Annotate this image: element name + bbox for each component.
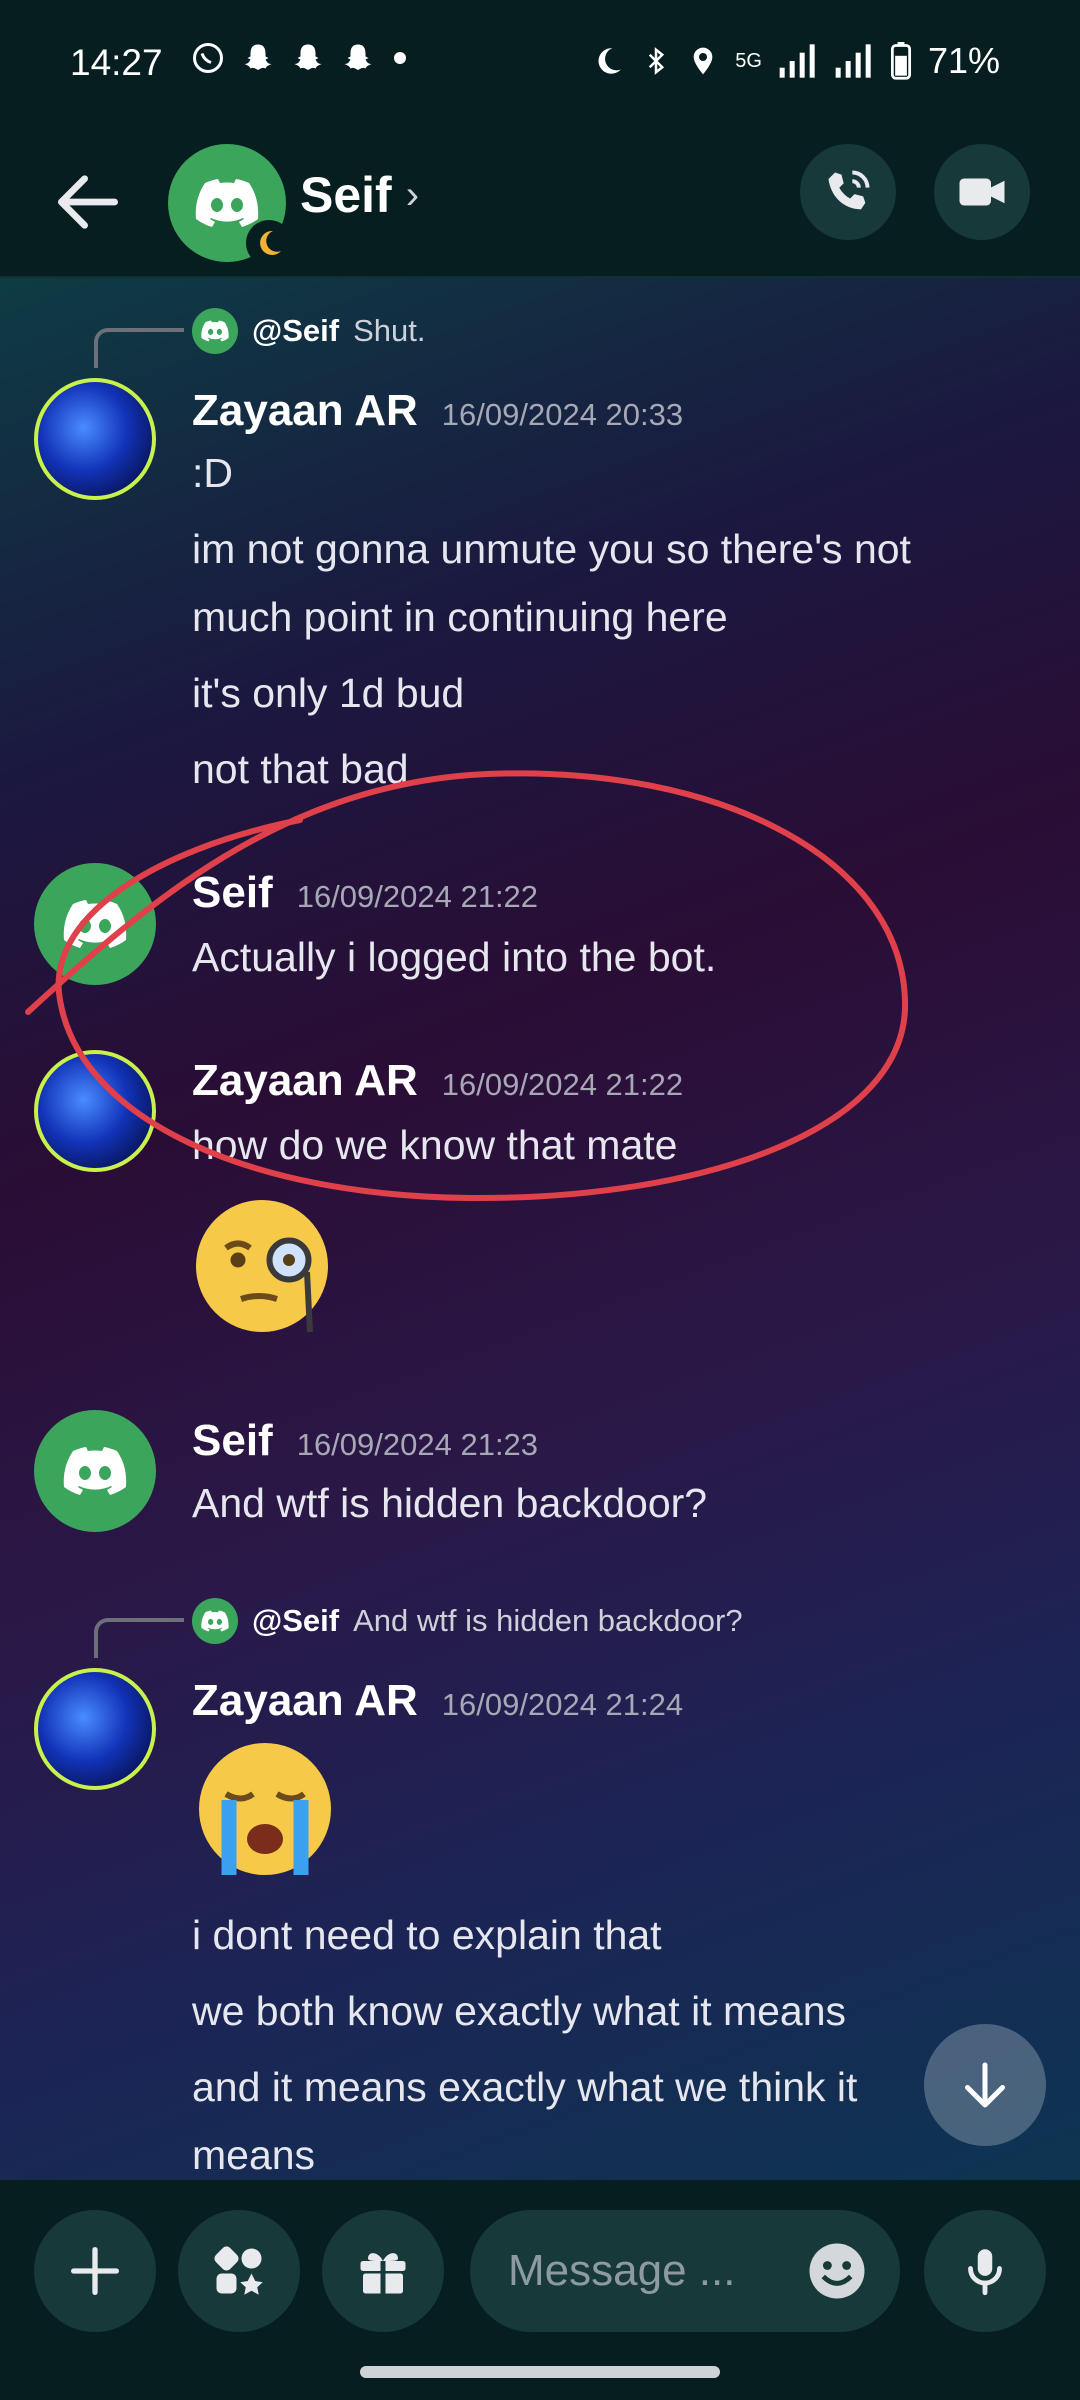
message-placeholder: Message ...: [508, 2246, 736, 2295]
avatar[interactable]: [34, 378, 156, 500]
avatar[interactable]: [34, 1410, 156, 1532]
message-list[interactable]: @Seif Shut. Zayaan AR 16/09/2024 20:33 :…: [0, 278, 1080, 2180]
message-header: Zayaan AR 16/09/2024 20:33: [192, 386, 683, 436]
message-header: Zayaan AR 16/09/2024 21:22: [192, 1056, 683, 1106]
moon-icon: [598, 48, 621, 74]
reply-text: And wtf is hidden backdoor?: [353, 1603, 743, 1638]
author-name[interactable]: Seif: [192, 1416, 273, 1466]
header-avatar[interactable]: [168, 144, 292, 266]
status-time: 14:27: [70, 42, 163, 83]
emoji-icon[interactable]: [804, 2238, 870, 2304]
jump-to-latest-button[interactable]: [924, 2024, 1046, 2146]
message-header: Seif 16/09/2024 21:23: [192, 1416, 538, 1466]
system-status: 5G 71%: [591, 40, 1000, 82]
timestamp: 16/09/2024 21:23: [296, 1427, 539, 1462]
composer-bar: Message ...: [0, 2180, 1080, 2400]
reply-connector: [94, 1618, 184, 1658]
snapchat-icon: [344, 44, 372, 70]
message-text: we both know exactly what it means: [192, 1988, 847, 2034]
bluetooth-icon: [649, 47, 665, 75]
loudly-crying-face-emoji: [199, 1743, 331, 1875]
message-text: means: [192, 2132, 316, 2178]
plus-icon: [71, 2247, 119, 2295]
monocle-face-emoji: [196, 1200, 328, 1333]
discord-logo-icon: [63, 900, 127, 948]
chevron-right-icon: ›: [405, 172, 420, 217]
moon-icon: [260, 230, 281, 255]
video-call-button[interactable]: [934, 144, 1030, 240]
signal-icon: [779, 44, 815, 78]
snapchat-icon: [294, 44, 322, 70]
reply-connector: [94, 328, 184, 368]
reply-text: Shut.: [353, 313, 426, 348]
microphone-icon: [968, 2249, 1002, 2296]
chat-header: Seif ›: [0, 128, 1080, 278]
location-icon: [693, 47, 713, 75]
home-indicator[interactable]: [360, 2366, 720, 2378]
gift-icon: [360, 2253, 406, 2294]
status-bar: 14:27 5G 71%: [0, 0, 1080, 128]
idle-status-badge: [246, 220, 292, 266]
chat-title-text: Seif: [300, 167, 392, 223]
message-text: i dont need to explain that: [192, 1912, 662, 1958]
avatar[interactable]: [34, 1050, 156, 1172]
avatar[interactable]: [34, 1668, 156, 1790]
discord-logo-icon: [63, 1447, 127, 1495]
voice-message-button[interactable]: [924, 2210, 1046, 2332]
timestamp: 16/09/2024 21:22: [296, 879, 539, 914]
reply-mention: @Seif: [252, 313, 340, 348]
reply-mention: @Seif: [252, 1603, 340, 1638]
battery-icon: [890, 42, 911, 80]
discord-logo-icon: [195, 179, 259, 227]
battery-percent: 71%: [927, 40, 1000, 81]
reply-avatar: [192, 1598, 238, 1644]
message-text: it's only 1d bud: [192, 670, 465, 716]
back-button[interactable]: [48, 162, 128, 242]
chat-title[interactable]: Seif ›: [300, 166, 419, 224]
message-text: not that bad: [192, 746, 409, 792]
voice-call-button[interactable]: [800, 144, 896, 240]
attach-button[interactable]: [34, 2210, 156, 2332]
message-text: im not gonna unmute you so there's not: [192, 526, 911, 572]
author-name[interactable]: Seif: [192, 868, 273, 918]
reply-avatar: [192, 308, 238, 354]
apps-button[interactable]: [178, 2210, 300, 2332]
message-input[interactable]: Message ...: [470, 2210, 900, 2332]
video-icon: [959, 178, 1005, 206]
apps-icon: [214, 2246, 263, 2295]
discord-logo-icon: [201, 320, 229, 342]
arrow-down-icon: [965, 2062, 1005, 2108]
message-text: how do we know that mate: [192, 1122, 678, 1168]
message-text: Actually i logged into the bot.: [192, 934, 717, 980]
network-type: 5G: [735, 49, 762, 72]
author-name[interactable]: Zayaan AR: [192, 1676, 418, 1726]
reply-preview[interactable]: @Seif And wtf is hidden backdoor?: [192, 1598, 743, 1644]
message-header: Zayaan AR 16/09/2024 21:24: [192, 1676, 683, 1726]
dot-icon: [394, 52, 406, 64]
gift-button[interactable]: [322, 2210, 444, 2332]
reply-preview[interactable]: @Seif Shut.: [192, 308, 425, 354]
message-text: And wtf is hidden backdoor?: [192, 1480, 708, 1526]
arrow-left-icon: [58, 175, 118, 229]
signal-icon: [835, 44, 871, 78]
timestamp: 16/09/2024 20:33: [441, 397, 684, 432]
timestamp: 16/09/2024 21:24: [441, 1687, 684, 1722]
timestamp: 16/09/2024 21:22: [441, 1067, 684, 1102]
author-name[interactable]: Zayaan AR: [192, 1056, 418, 1106]
notification-icons: [190, 40, 410, 76]
message-header: Seif 16/09/2024 21:22: [192, 868, 538, 918]
avatar[interactable]: [34, 863, 156, 985]
snapchat-icon: [244, 44, 272, 70]
phone-icon: [828, 170, 870, 210]
discord-logo-icon: [201, 1610, 229, 1632]
author-name[interactable]: Zayaan AR: [192, 386, 418, 436]
message-text: :D: [192, 450, 233, 496]
message-text: much point in continuing here: [192, 594, 728, 640]
whatsapp-icon: [193, 43, 223, 73]
message-text: and it means exactly what we think it: [192, 2064, 858, 2110]
